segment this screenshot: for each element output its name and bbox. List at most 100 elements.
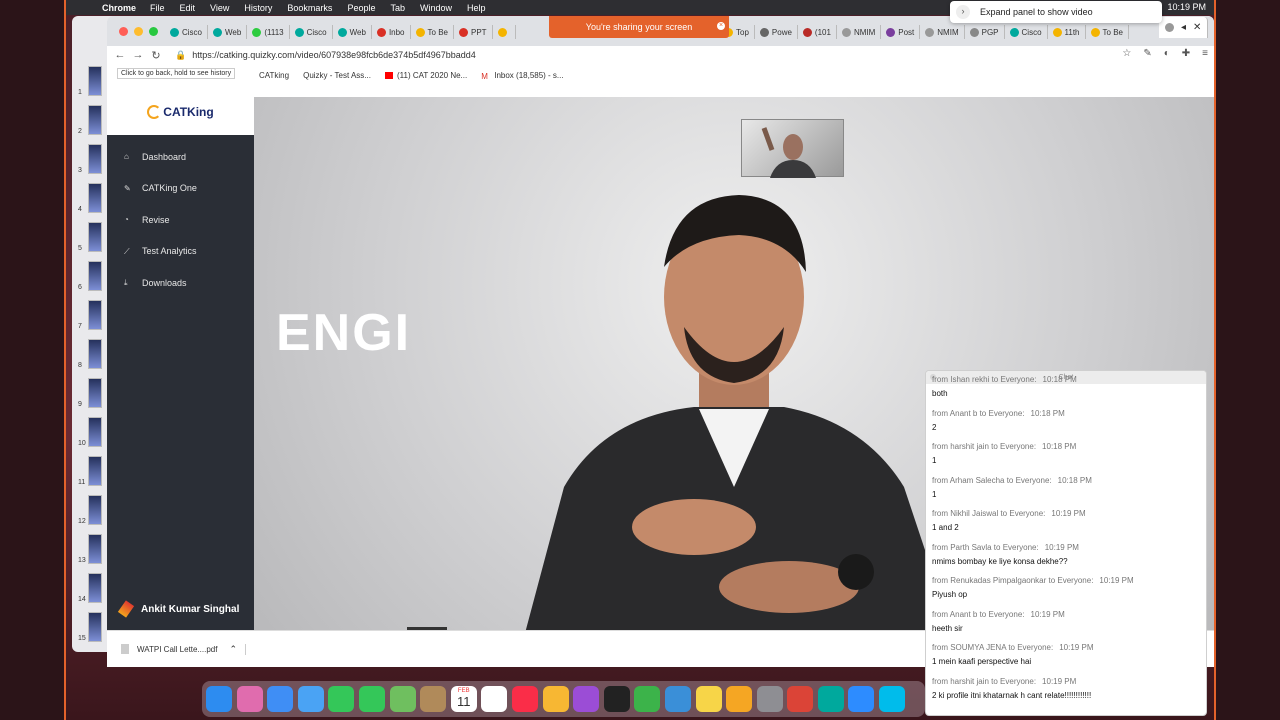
speaker-icon[interactable]: ◂ (1181, 22, 1186, 33)
maps-icon[interactable] (389, 686, 416, 712)
tab-favicon (294, 27, 304, 37)
chrome-icon[interactable] (787, 686, 814, 712)
menubar-clock[interactable]: 10:19 PM (1167, 2, 1206, 12)
zoom-icon[interactable] (848, 686, 875, 712)
sidebar-item-downloads[interactable]: ⤓ Downloads (107, 267, 254, 299)
safari-icon[interactable] (267, 686, 294, 712)
tab-r-8[interactable]: 11th (1048, 25, 1086, 39)
messages-icon[interactable] (358, 686, 385, 712)
expand-panel-tooltip[interactable]: › Expand panel to show video (950, 1, 1162, 23)
download-file-name[interactable]: WATPI Call Lette....pdf (137, 645, 217, 654)
tab-l-1[interactable]: Web (208, 25, 248, 39)
menu-edit[interactable]: Edit (180, 3, 196, 13)
reload-button[interactable]: ↻ (147, 49, 165, 62)
chat-message-list[interactable]: from Ishan rekhi to Everyone: 10:18 PM bo… (932, 375, 1202, 703)
pages-icon[interactable] (726, 686, 753, 712)
tab-r-1[interactable]: Powe (755, 25, 798, 39)
tab-r-4[interactable]: Post (881, 25, 921, 39)
tab-l-8[interactable] (493, 25, 516, 39)
tab-l-0[interactable]: Cisco (165, 25, 209, 39)
puzzle-icon[interactable]: ✚ (1182, 48, 1190, 59)
address-bar[interactable]: 🔒 https://catking.quizky.com/video/60793… (175, 50, 476, 61)
menu-file[interactable]: File (150, 3, 165, 13)
tab-l-4[interactable]: Web (333, 25, 372, 39)
contacts-icon[interactable] (420, 686, 447, 712)
tab-l-7[interactable]: PPT (454, 25, 493, 39)
user-profile[interactable]: Ankit Kumar Singhal (117, 600, 239, 618)
pdf-file-icon (121, 644, 129, 654)
extension-circle-icon[interactable]: ◐ (1164, 48, 1170, 59)
slide-number: 14 (78, 596, 86, 603)
stop-sharing-icon[interactable]: × (717, 22, 725, 30)
sidebar-item-revise[interactable]: ◔ Revise (107, 204, 254, 236)
edit-icon[interactable]: ✎ (1143, 48, 1151, 59)
photos-icon[interactable] (542, 686, 569, 712)
tab-l-5[interactable]: Inbo (372, 25, 411, 39)
tab-r-7[interactable]: Cisco (1005, 25, 1048, 39)
system-preferences-icon[interactable] (756, 686, 783, 712)
lock-icon: 🔒 (175, 49, 187, 60)
tab-label: Post (898, 27, 915, 37)
bookmark-quizky[interactable]: Quizky - Test Ass... (303, 71, 371, 80)
presenter-figure (525, 195, 952, 630)
chevron-up-icon[interactable]: ⌃ (229, 643, 247, 655)
tab-r-2[interactable]: (101 (798, 25, 837, 39)
tab-r-3[interactable]: NMIM (837, 25, 882, 39)
bookmark-star-icon[interactable]: ☆ (1122, 48, 1131, 59)
bookmark-youtube[interactable]: (11) CAT 2020 Ne... (384, 71, 467, 80)
maximize-window-button[interactable] (149, 27, 158, 36)
screen-sharing-banner[interactable]: You're sharing your screen × (549, 16, 729, 38)
chevron-right-icon[interactable]: › (956, 5, 970, 19)
numbers-icon[interactable] (634, 686, 661, 712)
tab-r-5[interactable]: NMIM (920, 25, 965, 39)
bookmark-label: CATking (259, 70, 290, 80)
notes-icon[interactable] (695, 686, 722, 712)
self-view-thumbnail[interactable] (741, 119, 844, 178)
calendar-icon[interactable]: FEB 11 (450, 686, 477, 712)
sidebar-item-catking-one[interactable]: ✎ CATKing One (107, 173, 254, 205)
tv-icon[interactable] (603, 686, 630, 712)
menu-help[interactable]: Help (467, 3, 486, 13)
tab-favicon (1052, 27, 1062, 37)
webex-meetings-icon[interactable] (879, 686, 906, 712)
keynote-icon[interactable] (664, 686, 691, 712)
mail-icon[interactable] (297, 686, 324, 712)
menu-bookmarks[interactable]: Bookmarks (287, 3, 332, 13)
menu-window[interactable]: Window (420, 3, 452, 13)
reading-list-icon[interactable]: ≡ (1202, 48, 1208, 59)
chat-message: from harshit jain to Everyone: 10:18 PM 1 (932, 435, 1202, 469)
close-icon[interactable]: ✕ (1193, 22, 1201, 33)
close-window-button[interactable] (119, 27, 128, 36)
facetime-icon[interactable] (328, 686, 355, 712)
podcasts-icon[interactable] (573, 686, 600, 712)
menu-people[interactable]: People (347, 3, 375, 13)
chat-text: Piyush op (932, 590, 968, 599)
webex-icon[interactable] (817, 686, 844, 712)
bookmark-gmail[interactable]: M Inbox (18,585) - s... (481, 71, 563, 81)
tab-l-3[interactable]: Cisco (290, 25, 333, 39)
launchpad-icon[interactable] (236, 686, 263, 712)
tab-l-2[interactable]: (1113 (247, 25, 290, 39)
menu-app-name[interactable]: Chrome (102, 3, 136, 13)
tab-active[interactable]: ◂ ✕ (1159, 17, 1209, 38)
sidebar-item-test-analytics[interactable]: ⟋ Test Analytics (107, 236, 254, 268)
menu-history[interactable]: History (244, 3, 272, 13)
bookmark-catking[interactable]: CATking (259, 71, 289, 80)
forward-button[interactable]: → (129, 49, 147, 61)
minimize-window-button[interactable] (134, 27, 143, 36)
tab-favicon (886, 27, 896, 37)
finder-icon[interactable] (206, 686, 232, 712)
reminders-icon[interactable] (481, 686, 508, 712)
slide-preview (88, 105, 102, 135)
menu-view[interactable]: View (210, 3, 229, 13)
menu-tab[interactable]: Tab (390, 3, 405, 13)
logo-area[interactable]: CATKing (107, 88, 254, 135)
music-icon[interactable] (511, 686, 538, 712)
tab-l-6[interactable]: To Be (411, 25, 454, 39)
tab-r-6[interactable]: PGP (965, 25, 1005, 39)
slide-number: 2 (78, 128, 82, 135)
sidebar-item-dashboard[interactable]: ⌂ Dashboard (107, 141, 254, 173)
back-button[interactable]: ← (111, 49, 129, 61)
tab-r-9[interactable]: To Be (1086, 25, 1129, 39)
chat-time: 10:19 PM (1099, 576, 1134, 585)
